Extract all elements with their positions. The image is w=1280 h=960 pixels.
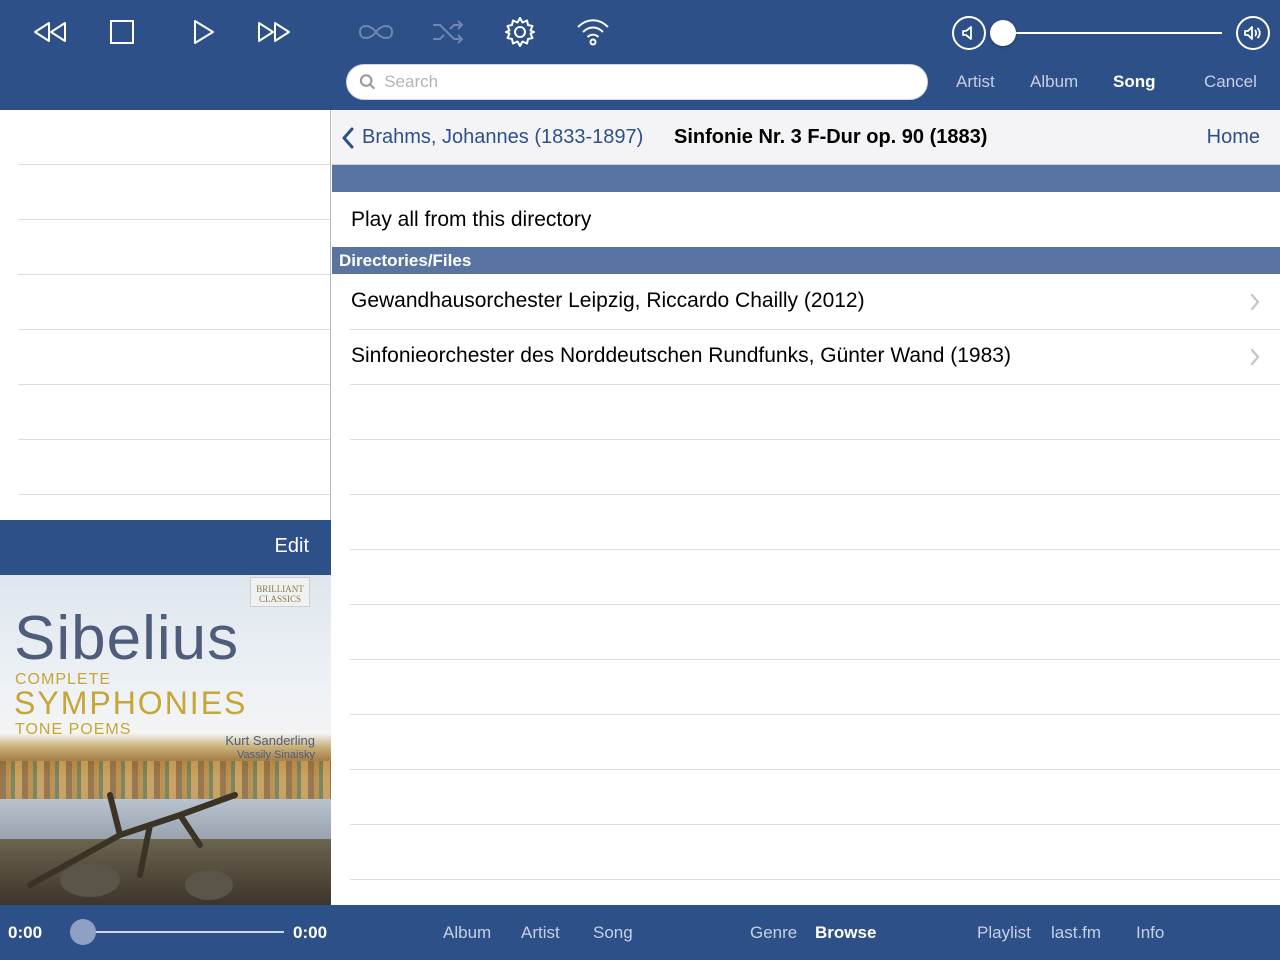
remaining-time: 0:00 [293,923,328,942]
queue-row-separator [18,439,330,440]
row-separator [350,439,1280,440]
cover-line-symphonies: SYMPHONIES [14,685,248,721]
cover-title: Sibelius [14,604,240,673]
cover-brand-logo: BRILLIANT CLASSICS [250,577,310,607]
home-button[interactable]: Home [1207,126,1260,149]
stop-icon[interactable] [102,14,142,50]
list-item-label: Sinfonieorchester des Norddeutschen Rund… [351,344,1011,367]
tab-artist[interactable]: Artist [521,923,560,943]
cover-performer-2: Vassily Sinaisky [236,749,315,761]
cover-line-tone-poems: TONE POEMS [15,721,132,738]
volume-down-icon[interactable] [952,16,986,50]
wifi-icon[interactable] [573,14,613,50]
row-separator [350,549,1280,550]
volume-control [950,14,1272,54]
row-separator [350,824,1280,825]
queue-row-separator [18,384,330,385]
header-stripe [332,165,1280,192]
section-header-label: Directories/Files [339,251,472,270]
browse-pane: Brahms, Johannes (1833-1897) Sinfonie Nr… [332,110,1280,905]
queue-row-separator [18,219,330,220]
cover-performer-1: Kurt Sanderling [225,733,315,748]
row-separator [350,659,1280,660]
cancel-button[interactable]: Cancel [1204,72,1257,92]
play-all-label: Play all from this directory [351,208,592,231]
scope-artist[interactable]: Artist [956,72,995,92]
search-icon [359,74,376,90]
tab-playlist[interactable]: Playlist [977,923,1031,943]
list-item-label: Gewandhausorchester Leipzig, Riccardo Ch… [351,289,865,312]
elapsed-time: 0:00 [8,923,43,942]
section-header: Directories/Files [332,247,1280,274]
tab-lastfm[interactable]: last.fm [1051,923,1101,943]
queue-row-separator [18,274,330,275]
chevron-right-icon [1250,348,1260,371]
edit-bar: Edit [0,520,331,575]
tab-song[interactable]: Song [593,923,633,943]
album-cover[interactable]: BRILLIANT CLASSICS Sibelius COMPLETE SYM… [0,575,331,905]
back-label: Brahms, Johannes (1833-1897) [362,126,644,148]
scope-album[interactable]: Album [1030,72,1078,92]
volume-track[interactable] [1002,32,1222,34]
search-input[interactable] [384,72,927,92]
row-separator [350,604,1280,605]
repeat-icon[interactable] [356,14,396,50]
progress-slider-knob[interactable] [70,919,96,945]
tab-info[interactable]: Info [1136,923,1164,943]
row-separator [350,384,1280,385]
row-separator [350,714,1280,715]
list-item[interactable]: Gewandhausorchester Leipzig, Riccardo Ch… [332,274,1280,329]
cover-driftwood [27,792,238,888]
play-icon[interactable] [184,14,224,50]
back-button[interactable]: Brahms, Johannes (1833-1897) [342,126,643,149]
top-toolbar: Artist Album Song Cancel [0,0,1280,110]
row-separator [350,769,1280,770]
edit-button[interactable]: Edit [275,535,309,558]
tab-album[interactable]: Album [443,923,491,943]
chevron-right-icon [1250,293,1260,316]
progress-track[interactable] [84,931,284,933]
settings-gear-icon[interactable] [500,14,540,50]
scope-song[interactable]: Song [1113,72,1156,92]
row-separator [350,494,1280,495]
list-item[interactable]: Sinfonieorchester des Norddeutschen Rund… [332,329,1280,384]
page-title: Sinfonie Nr. 3 F-Dur op. 90 (1883) [674,126,988,148]
rewind-icon[interactable] [30,14,70,50]
volume-slider-knob[interactable] [990,20,1016,46]
search-field[interactable] [346,64,928,100]
play-all-row[interactable]: Play all from this directory [332,192,1280,247]
queue-row-separator [18,329,330,330]
navigation-bar: Brahms, Johannes (1833-1897) Sinfonie Nr… [332,110,1280,165]
queue-row-separator [18,494,330,495]
chevron-left-icon [342,127,354,148]
fast-forward-icon[interactable] [254,14,294,50]
row-separator [350,879,1280,880]
tab-browse[interactable]: Browse [815,923,876,943]
volume-up-icon[interactable] [1236,16,1270,50]
queue-pane: Edit BRILLIANT CLASSICS Sibelius COMPLET… [0,110,331,905]
queue-row-separator [18,164,330,165]
bottom-tab-bar: 0:00 0:00 Album Artist Song Genre Browse… [0,905,1280,960]
shuffle-icon[interactable] [428,14,468,50]
tab-genre[interactable]: Genre [750,923,797,943]
